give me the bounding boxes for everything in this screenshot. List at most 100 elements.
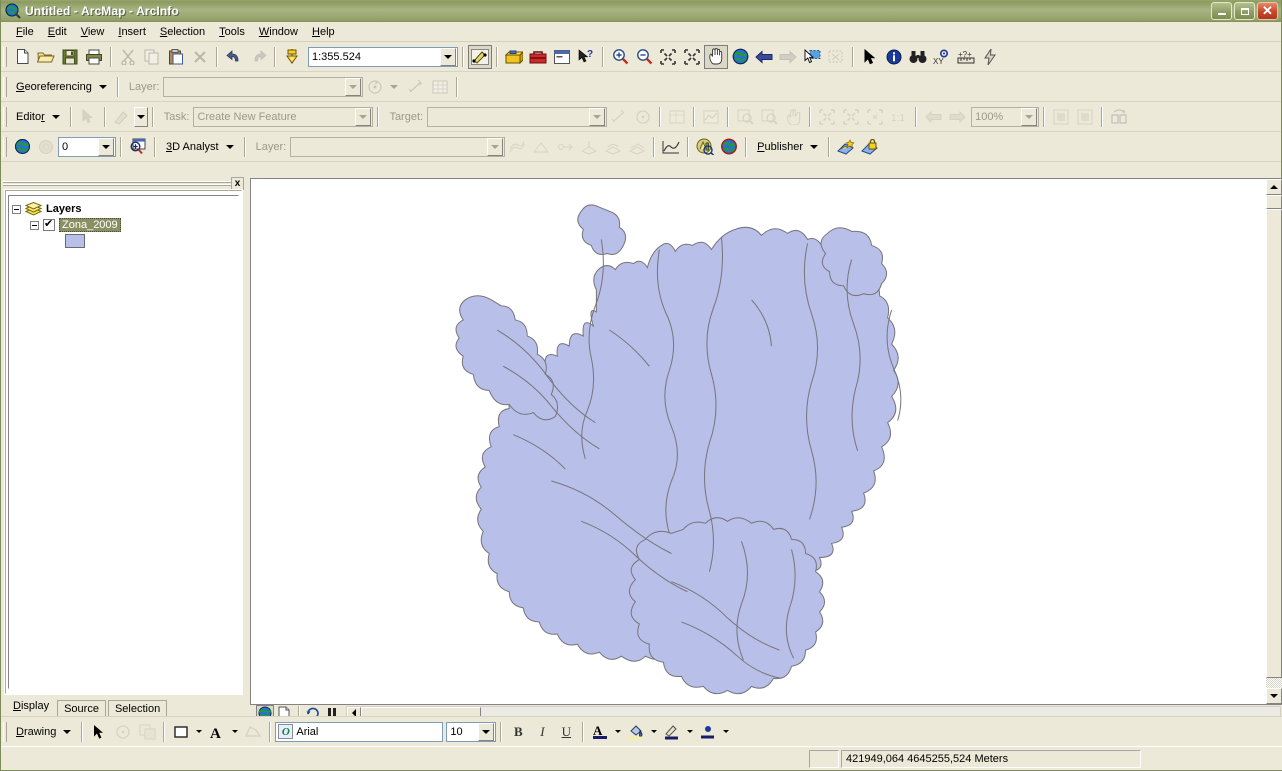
toolbar-grip[interactable] — [3, 721, 7, 742]
text-tool-dropdown-arrow[interactable] — [232, 730, 239, 733]
vscroll-track[interactable] — [1266, 677, 1282, 688]
analyst-menu[interactable]: 3D Analyst — [160, 141, 223, 153]
vscroll-thumb-main[interactable] — [1266, 209, 1282, 678]
zoom-in-icon[interactable] — [608, 45, 632, 69]
hyperlink-icon[interactable] — [978, 45, 1002, 69]
publish-map-icon[interactable] — [834, 135, 858, 159]
sketch-tool-dropdown-arrow[interactable] — [133, 106, 148, 127]
print-icon[interactable] — [82, 45, 106, 69]
map-canvas[interactable] — [250, 178, 1266, 705]
close-button[interactable]: ✕ — [1257, 2, 1278, 20]
fill-color-dropdown-arrow[interactable] — [651, 730, 658, 733]
toolbar-grip[interactable] — [3, 106, 7, 127]
tab-source[interactable]: Source — [57, 700, 106, 717]
undo-arrow-icon[interactable] — [222, 45, 246, 69]
drawing-menu[interactable]: Drawing — [10, 726, 60, 738]
draw-shape-dropdown-arrow[interactable] — [196, 730, 203, 733]
bold-button[interactable]: B — [506, 720, 530, 744]
new-document-icon[interactable] — [10, 45, 34, 69]
contour-level-dropdown-arrow[interactable] — [98, 137, 114, 156]
raster-zoom-combo[interactable]: 100% — [971, 106, 1040, 127]
menu-insert[interactable]: Insert — [111, 24, 153, 40]
target-dropdown-arrow[interactable] — [589, 107, 606, 126]
map-vertical-scrollbar[interactable] — [1266, 178, 1282, 705]
map-layer-zona-2009[interactable] — [251, 179, 1266, 704]
editor-menu[interactable]: Editor — [10, 111, 49, 123]
set-data-restrictions-icon[interactable] — [858, 135, 882, 159]
paste-icon[interactable] — [164, 45, 188, 69]
draw-rectangle-icon[interactable] — [169, 720, 193, 744]
georeferencing-dropdown-arrow[interactable] — [98, 84, 107, 89]
toc-tree-container[interactable]: Layers Zona_2009 — [4, 189, 243, 695]
toc-layer-label[interactable]: Zona_2009 — [59, 218, 121, 232]
toolbar-grip[interactable] — [3, 46, 7, 67]
georef-layer-dropdown-arrow[interactable] — [345, 77, 362, 96]
editor-toolbar-icon[interactable] — [468, 44, 492, 69]
collapse-expander-icon[interactable] — [30, 220, 39, 230]
fill-color-icon[interactable] — [624, 720, 648, 744]
tab-selection[interactable]: Selection — [107, 700, 168, 717]
measure-icon[interactable]: +?+ — [954, 45, 978, 69]
toc-root-row[interactable]: Layers — [12, 201, 235, 217]
magnifier-window-icon[interactable] — [126, 135, 150, 159]
scroll-down-arrow-icon[interactable] — [1266, 687, 1282, 704]
minimize-button[interactable] — [1211, 2, 1232, 20]
close-icon[interactable]: x — [231, 177, 244, 190]
layer-visibility-checkbox[interactable] — [43, 217, 55, 231]
toc-layer-row[interactable]: Zona_2009 — [12, 217, 235, 233]
target-combo[interactable] — [427, 106, 608, 127]
menu-help[interactable]: Help — [305, 24, 342, 40]
identify-icon[interactable] — [882, 45, 906, 69]
line-color-dropdown-arrow[interactable] — [687, 730, 694, 733]
task-combo[interactable]: Create New Feature — [193, 106, 374, 127]
go-to-xy-icon[interactable]: XY — [930, 45, 954, 69]
italic-button[interactable]: I — [530, 720, 554, 744]
font-color-dropdown-arrow[interactable] — [615, 730, 622, 733]
editor-dropdown-arrow[interactable] — [51, 114, 60, 119]
publisher-menu[interactable]: Publisher — [751, 141, 807, 153]
raster-zoom-dropdown-arrow[interactable] — [1021, 107, 1038, 126]
layer-symbol-swatch[interactable] — [65, 234, 85, 248]
menu-selection[interactable]: Selection — [153, 24, 212, 40]
collapse-expander-icon[interactable] — [12, 204, 21, 214]
profile-graph-icon[interactable] — [659, 135, 683, 159]
analyst-layer-combo[interactable] — [290, 136, 506, 157]
select-features-icon[interactable] — [800, 45, 824, 69]
underline-button[interactable]: U — [554, 720, 578, 744]
publisher-dropdown-arrow[interactable] — [810, 144, 819, 149]
task-dropdown-arrow[interactable] — [355, 107, 372, 126]
menu-window[interactable]: Window — [252, 24, 305, 40]
new-text-icon[interactable]: A — [205, 720, 229, 744]
map-scale-combo[interactable]: 1:355.524 — [308, 46, 458, 67]
map-scale-dropdown-arrow[interactable] — [440, 47, 456, 66]
menu-tools[interactable]: Tools — [212, 24, 252, 40]
open-folder-icon[interactable] — [34, 45, 58, 69]
find-binoculars-icon[interactable] — [906, 45, 930, 69]
arctoolbox-icon[interactable] — [502, 45, 526, 69]
zoom-out-icon[interactable] — [632, 45, 656, 69]
back-extent-icon[interactable] — [752, 45, 776, 69]
select-arrow-icon[interactable] — [87, 720, 111, 744]
scroll-up-arrow-icon[interactable] — [1266, 179, 1282, 195]
globe-analysis-icon[interactable] — [10, 135, 34, 159]
whats-this-help-icon[interactable]: ? — [574, 45, 598, 69]
full-extent-globe-icon[interactable] — [728, 45, 752, 69]
drawing-dropdown-arrow[interactable] — [63, 729, 72, 734]
font-family-combo[interactable]: O Arial — [275, 721, 444, 742]
analyst-dropdown-arrow[interactable] — [225, 144, 234, 149]
contour-level-combo[interactable]: 0 — [58, 136, 116, 157]
add-data-icon[interactable] — [280, 45, 304, 69]
restore-button[interactable] — [1234, 2, 1255, 20]
save-icon[interactable] — [58, 45, 82, 69]
toc-symbol-row[interactable] — [12, 233, 235, 249]
font-size-dropdown-arrow[interactable] — [478, 722, 495, 741]
menu-view[interactable]: View — [74, 24, 112, 40]
line-color-icon[interactable] — [660, 720, 684, 744]
georef-layer-combo[interactable] — [163, 76, 364, 97]
arcglobe-icon[interactable] — [717, 135, 741, 159]
toolbar-grip[interactable] — [3, 76, 7, 97]
toc-drag-handle[interactable] — [3, 180, 232, 188]
toolbar-grip[interactable] — [3, 136, 7, 157]
tab-display[interactable]: Display — [7, 698, 56, 716]
command-line-icon[interactable] — [550, 45, 574, 69]
